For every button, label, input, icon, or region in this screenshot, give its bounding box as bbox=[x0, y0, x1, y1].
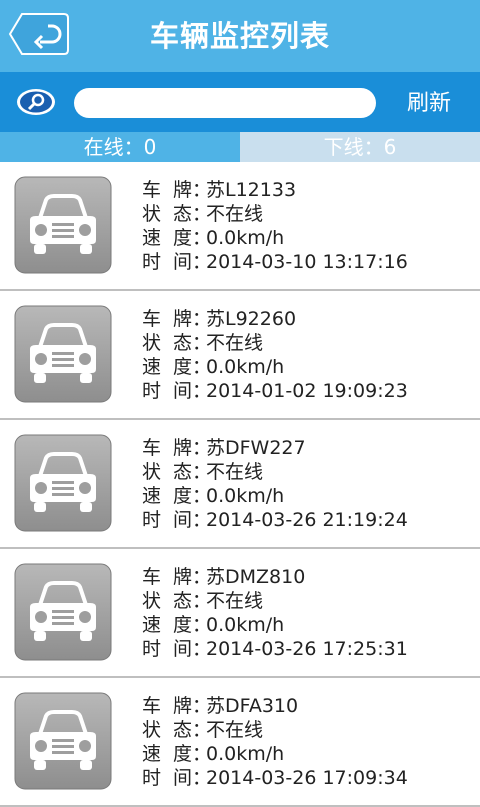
time-value: 2014-03-26 17:25:31 bbox=[206, 638, 408, 660]
car-icon bbox=[14, 305, 112, 403]
vehicle-info: 车牌：苏L92260 状态：不在线 速度： 0.0km/h 时间： 2014-01-… bbox=[142, 308, 408, 402]
time-value: 2014-01-02 19:09:23 bbox=[206, 380, 408, 402]
status-value: 不在线 bbox=[206, 332, 264, 354]
time-value: 2014-03-26 17:09:34 bbox=[206, 767, 408, 789]
tab-online[interactable]: 在线：0 bbox=[0, 132, 240, 162]
page-title: 车辆监控列表 bbox=[149, 19, 330, 53]
car-icon bbox=[14, 434, 112, 532]
time-value: 2014-03-26 21:19:24 bbox=[206, 509, 408, 531]
car-icon bbox=[14, 692, 112, 790]
plate-value: 苏DFA310 bbox=[206, 695, 299, 717]
speed-value: 0.0km/h bbox=[206, 614, 285, 636]
list-item[interactable]: 车牌：苏DFA310 状态：不在线 速度： 0.0km/h 时间： 2014-03-… bbox=[0, 678, 480, 807]
search-icon[interactable] bbox=[16, 88, 56, 116]
vehicle-info: 车牌：苏DFW227 状态：不在线 速度： 0.0km/h 时间： 2014-03-… bbox=[142, 437, 408, 531]
time-value: 2014-03-10 13:17:16 bbox=[206, 251, 408, 273]
vehicle-info: 车牌：苏L12133 状态：不在线 速度： 0.0km/h 时间： 2014-03-… bbox=[142, 179, 408, 273]
status-value: 不在线 bbox=[206, 203, 264, 225]
list-item[interactable]: 车牌：苏L12133 状态：不在线 速度： 0.0km/h 时间： 2014-03-… bbox=[0, 162, 480, 291]
status-value: 不在线 bbox=[206, 461, 264, 483]
refresh-button[interactable]: 刷新 bbox=[394, 88, 464, 120]
speed-value: 0.0km/h bbox=[206, 356, 285, 378]
vehicle-info: 车牌：苏DFA310 状态：不在线 速度： 0.0km/h 时间： 2014-03-… bbox=[142, 695, 408, 789]
plate-value: 苏L12133 bbox=[206, 179, 297, 201]
header-bar: 车辆监控列表 bbox=[0, 0, 480, 72]
plate-value: 苏DMZ810 bbox=[206, 566, 306, 588]
plate-value: 苏DFW227 bbox=[206, 437, 306, 459]
speed-value: 0.0km/h bbox=[206, 743, 285, 765]
tab-offline[interactable]: 下线：6 bbox=[240, 132, 480, 162]
list-item[interactable]: 车牌：苏DFW227 状态：不在线 速度： 0.0km/h 时间： 2014-03-… bbox=[0, 420, 480, 549]
status-tabs: 在线：0 下线：6 bbox=[0, 132, 480, 162]
car-icon bbox=[14, 563, 112, 661]
vehicle-info: 车牌：苏DMZ810 状态：不在线 速度： 0.0km/h 时间： 2014-03-… bbox=[142, 566, 408, 660]
plate-value: 苏L92260 bbox=[206, 308, 297, 330]
speed-value: 0.0km/h bbox=[206, 227, 285, 249]
status-value: 不在线 bbox=[206, 719, 264, 741]
list-item[interactable]: 车牌：苏L92260 状态：不在线 速度： 0.0km/h 时间： 2014-01-… bbox=[0, 291, 480, 420]
search-input[interactable] bbox=[74, 88, 376, 118]
speed-value: 0.0km/h bbox=[206, 485, 285, 507]
list-item[interactable]: 车牌：苏DMZ810 状态：不在线 速度： 0.0km/h 时间： 2014-03-… bbox=[0, 549, 480, 678]
vehicle-list: 车牌：苏L12133 状态：不在线 速度： 0.0km/h 时间： 2014-03-… bbox=[0, 162, 480, 807]
car-icon bbox=[14, 176, 112, 274]
status-value: 不在线 bbox=[206, 590, 264, 612]
